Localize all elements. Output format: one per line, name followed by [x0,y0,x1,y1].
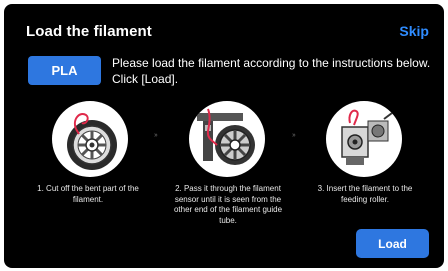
step-separator-2: ›› [292,132,296,139]
instruction-text: Please load the filament according to th… [112,55,438,87]
feeding-roller-icon [341,109,393,165]
step-3-image [326,101,402,177]
filament-type-button[interactable]: PLA [28,56,101,85]
load-button[interactable]: Load [356,229,429,258]
step-1-text: 1. Cut off the bent part of the filament… [37,184,139,204]
page-title: Load the filament [26,23,152,40]
filament-sensor-icon [197,108,255,165]
step-3-text: 3. Insert the filament to the feeding ro… [317,184,413,204]
step-separator-1: ›› [154,132,158,139]
step-2-text: 2. Pass it through the filament sensor u… [173,184,283,225]
skip-button[interactable]: Skip [399,23,429,39]
spool-cut-icon [67,113,117,170]
load-filament-screen: Load the filament Skip PLA Please load t… [4,4,444,268]
step-2-image [189,101,265,177]
instruction-line-1: Please load the filament according to th… [112,56,431,70]
instruction-line-2: Click [Load]. [112,72,179,86]
step-1-image [52,101,128,177]
